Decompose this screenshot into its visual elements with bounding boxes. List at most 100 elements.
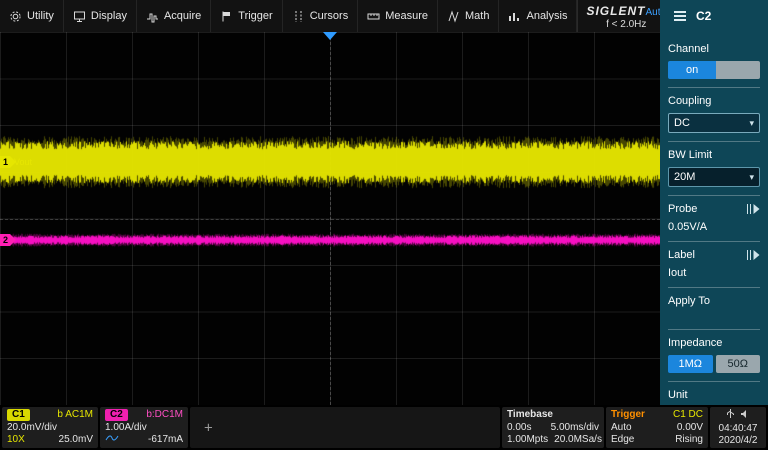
channel-on-off-toggle[interactable]: on: [668, 61, 760, 79]
bw-limit-section-label: BW Limit: [668, 149, 760, 161]
clock-time: 04:40:47: [715, 423, 761, 434]
channel1-scale: 20.0mV/div: [7, 422, 57, 434]
menu-item-cursors[interactable]: Cursors: [283, 0, 359, 32]
menu-item-label: Measure: [385, 10, 428, 22]
channel1-level-marker[interactable]: 1 Vout: [0, 156, 32, 168]
channel-section-label: Channel: [668, 43, 760, 55]
impedance-toggle: 1MΩ 50Ω: [668, 355, 760, 373]
waveform-canvas: [0, 32, 660, 405]
separator: [668, 195, 760, 196]
channel2-badge: C2: [105, 409, 128, 421]
waveform-curve-icon: [105, 434, 119, 446]
oscilloscope-screen: Utility Display Acquire Trigger: [0, 0, 768, 450]
menu-item-trigger[interactable]: Trigger: [211, 0, 282, 32]
timebase-panel[interactable]: Timebase 0.00s 5.00ms/div 1.00Mpts 20.0M…: [502, 407, 604, 448]
impedance-1m-button[interactable]: 1MΩ: [668, 355, 713, 373]
waveform-display: 1 Vout 2: [0, 32, 660, 405]
menu-item-label: Acquire: [164, 10, 201, 22]
sample-rate: 20.0MSa/s: [554, 434, 602, 446]
speaker-icon: [740, 409, 750, 422]
menu-item-analysis[interactable]: Analysis: [499, 0, 577, 32]
menu-item-display[interactable]: Display: [64, 0, 137, 32]
usb-icon: [726, 409, 735, 422]
coupling-value: DC: [674, 117, 690, 129]
menu-item-label: Analysis: [526, 10, 567, 22]
channel2-status-panel[interactable]: C2 b:DC1M 1.00A/div -617mA: [100, 407, 188, 448]
channel-on-button[interactable]: on: [668, 61, 716, 79]
chevron-down-icon: ▾: [749, 172, 754, 183]
label-value: Iout: [668, 267, 760, 279]
channel1-coupling: b AC1M: [57, 409, 93, 421]
cursors-icon: [292, 10, 305, 23]
trigger-type: Edge: [611, 434, 634, 446]
channel2-offset: -617mA: [148, 434, 183, 446]
separator: [668, 381, 760, 382]
menu-item-label: Utility: [27, 10, 54, 22]
channel1-offset: 25.0mV: [59, 434, 93, 446]
timebase-delay: 0.00s: [507, 422, 531, 434]
gear-icon: [9, 10, 22, 23]
label-expand-icon[interactable]: [746, 250, 760, 260]
channel1-status-panel[interactable]: C1 b AC1M 20.0mV/div 10X 25.0mV: [2, 407, 98, 448]
impedance-section-label: Impedance: [668, 337, 760, 349]
separator: [668, 141, 760, 142]
acquire-icon: [146, 10, 159, 23]
math-icon: [447, 10, 460, 23]
chart-icon: [508, 10, 521, 23]
dialog-title: C2: [696, 9, 711, 23]
impedance-50-button[interactable]: 50Ω: [716, 355, 761, 373]
channel1-label-text: Vout: [14, 157, 32, 167]
probe-expand-icon[interactable]: [746, 204, 760, 214]
empty-channel-slot[interactable]: +: [190, 407, 500, 448]
channel2-flag[interactable]: 2: [0, 234, 10, 246]
menu-item-math[interactable]: Math: [438, 0, 499, 32]
separator: [668, 87, 760, 88]
trigger-level: 0.00V: [677, 422, 703, 434]
channel2-coupling: b:DC1M: [146, 409, 183, 421]
bw-limit-value: 20M: [674, 171, 695, 183]
channel-off-button[interactable]: [716, 61, 760, 79]
coupling-section-label: Coupling: [668, 95, 760, 107]
channel1-badge: C1: [7, 409, 30, 421]
separator: [668, 287, 760, 288]
menu-item-measure[interactable]: Measure: [358, 0, 438, 32]
label-section-label: Label: [668, 249, 695, 261]
probe-value: 0.05V/A: [668, 221, 760, 233]
menu-item-label: Display: [91, 10, 127, 22]
trigger-slope: Rising: [675, 434, 703, 446]
menu-item-acquire[interactable]: Acquire: [137, 0, 211, 32]
menu-item-utility[interactable]: Utility: [0, 0, 64, 32]
chevron-down-icon: ▾: [749, 118, 754, 129]
unit-section-label: Unit: [668, 389, 760, 401]
separator: [668, 241, 760, 242]
ruler-icon: [367, 10, 380, 23]
timebase-scale: 5.00ms/div: [551, 422, 599, 434]
menu-grid-icon[interactable]: [674, 11, 686, 21]
channel-dialog-header[interactable]: C2: [660, 0, 768, 32]
top-menu-bar: Utility Display Acquire Trigger: [0, 0, 660, 32]
siglent-logo: SIGLENT: [586, 4, 645, 18]
probe-section-label: Probe: [668, 203, 697, 215]
separator: [668, 329, 760, 330]
menu-item-label: Cursors: [310, 10, 349, 22]
trigger-source: C1 DC: [673, 409, 703, 421]
channel-settings-panel: Channel on Coupling DC ▾ BW Limit 20M ▾ …: [660, 32, 768, 450]
bw-limit-dropdown[interactable]: 20M ▾: [668, 167, 760, 187]
apply-to-menu-item[interactable]: Apply To: [668, 295, 760, 307]
brand-area: SIGLENT Auto f < 2.0Hz: [577, 0, 672, 32]
coupling-dropdown[interactable]: DC ▾: [668, 113, 760, 133]
menu-item-label: Math: [465, 10, 489, 22]
channel2-scale: 1.00A/div: [105, 422, 147, 434]
status-bar: C1 b AC1M 20.0mV/div 10X 25.0mV C2 b:DC1…: [0, 405, 768, 450]
timebase-title: Timebase: [507, 409, 553, 421]
trigger-panel[interactable]: Trigger C1 DC Auto 0.00V Edge Rising: [606, 407, 708, 448]
channel1-flag[interactable]: 1: [0, 156, 10, 168]
memory-depth: 1.00Mpts: [507, 434, 548, 446]
trigger-mode: Auto: [611, 422, 632, 434]
channel2-level-marker[interactable]: 2: [0, 234, 10, 246]
clock-panel[interactable]: 04:40:47 2020/4/2: [710, 407, 766, 448]
menu-item-label: Trigger: [238, 10, 272, 22]
channel1-attenuation: 10X: [7, 434, 25, 446]
flag-icon: [220, 10, 233, 23]
trigger-position-marker[interactable]: [323, 32, 337, 40]
